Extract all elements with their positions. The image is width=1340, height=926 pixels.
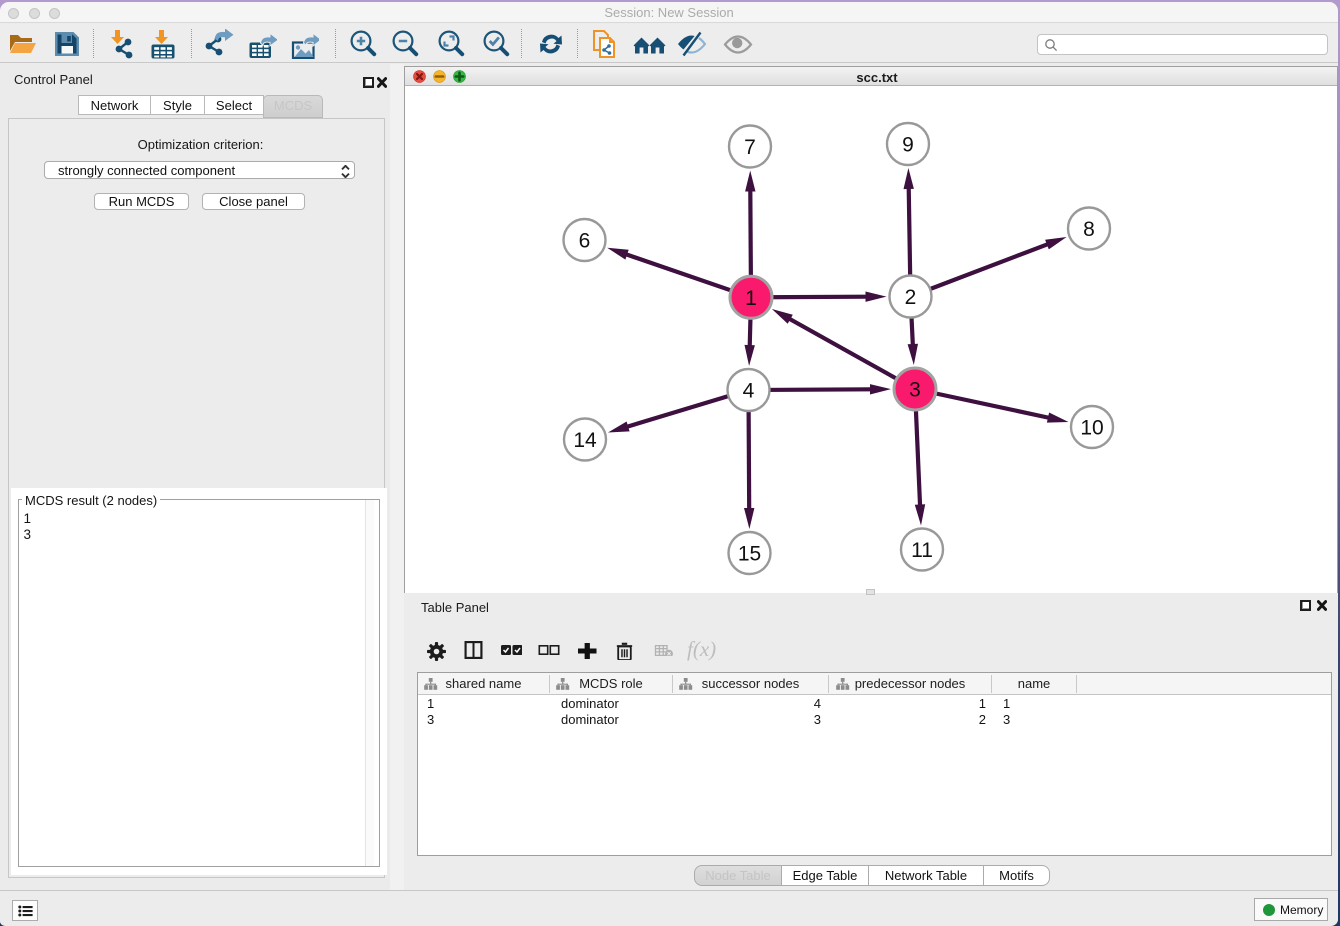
svg-text:1: 1 — [745, 287, 757, 310]
svg-text:6: 6 — [579, 230, 591, 253]
svg-text:7: 7 — [744, 136, 756, 159]
svg-text:8: 8 — [1083, 218, 1095, 241]
svg-text:3: 3 — [909, 379, 921, 402]
svg-text:14: 14 — [573, 429, 597, 452]
svg-text:9: 9 — [902, 134, 914, 157]
svg-text:15: 15 — [738, 543, 761, 566]
svg-text:2: 2 — [905, 286, 917, 309]
svg-text:10: 10 — [1080, 417, 1103, 440]
svg-text:4: 4 — [743, 380, 755, 403]
svg-text:11: 11 — [911, 539, 933, 562]
